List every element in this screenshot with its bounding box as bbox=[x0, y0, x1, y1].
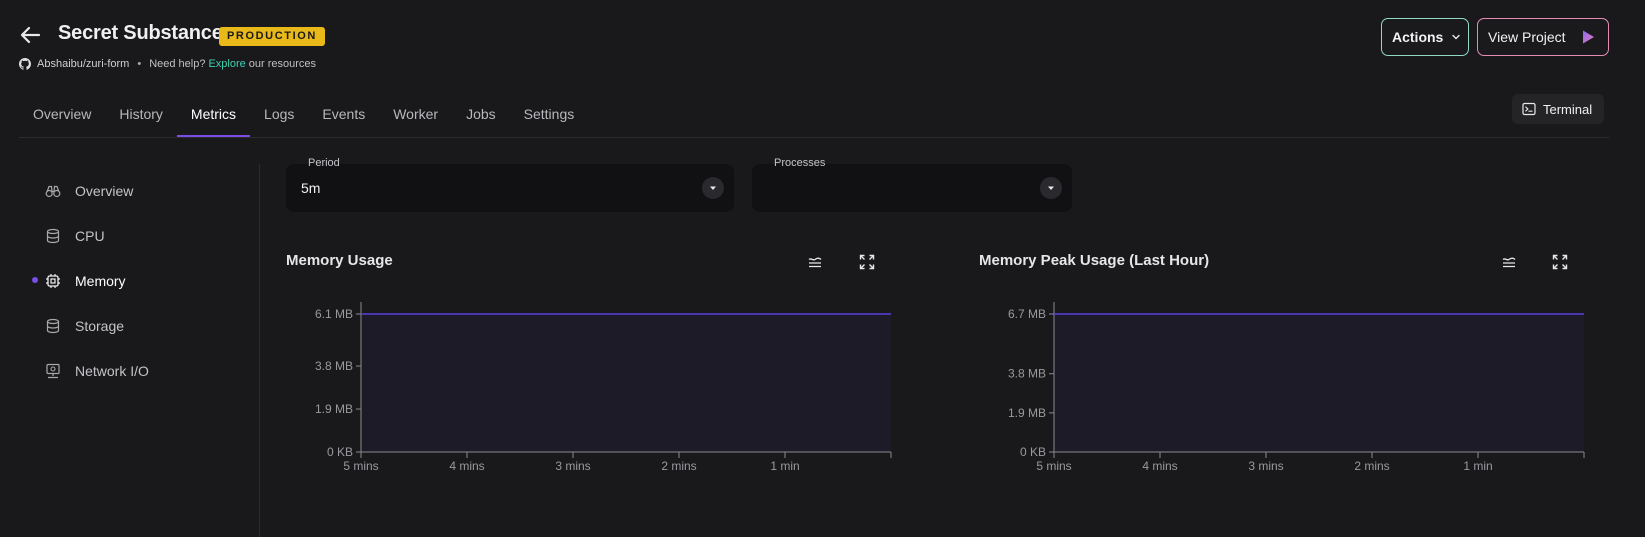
y-tick-label: 6.1 MB bbox=[315, 307, 353, 321]
x-tick-label: 5 mins bbox=[1036, 459, 1071, 473]
sidebar-item-overview[interactable]: Overview bbox=[30, 168, 149, 213]
terminal-icon bbox=[1522, 102, 1536, 116]
help-prefix: Need help? bbox=[149, 58, 206, 70]
tab-overview[interactable]: Overview bbox=[19, 105, 105, 137]
tab-metrics[interactable]: Metrics bbox=[176, 105, 251, 137]
database-icon bbox=[45, 318, 61, 334]
x-tick-label: 4 mins bbox=[449, 459, 484, 473]
github-icon bbox=[19, 58, 31, 70]
tab-bar: Overview History Metrics Logs Events Wor… bbox=[19, 105, 588, 137]
environment-badge: PRODUCTION bbox=[219, 27, 325, 46]
memory-peak-chart: 0 KB 1.9 MB 3.8 MB 6.7 MB 5 mins 4 mins 3 mins… bbox=[1008, 302, 1585, 473]
sidebar-item-label: Network I/O bbox=[75, 362, 149, 379]
sidebar-item-network-io[interactable]: Network I/O bbox=[30, 348, 149, 393]
actions-button[interactable]: Actions bbox=[1381, 18, 1469, 56]
x-tick-label: 4 mins bbox=[1142, 459, 1177, 473]
caret-down-icon bbox=[702, 177, 724, 199]
chip-icon bbox=[45, 273, 61, 289]
tab-logs[interactable]: Logs bbox=[250, 105, 308, 137]
explore-link[interactable]: Explore bbox=[208, 58, 245, 70]
terminal-label: Terminal bbox=[1543, 101, 1593, 117]
play-icon bbox=[1583, 30, 1594, 44]
processes-label: Processes bbox=[774, 157, 826, 169]
chart-style-icon[interactable] bbox=[1499, 252, 1519, 272]
sidebar-item-memory[interactable]: Memory bbox=[30, 258, 149, 303]
memory-usage-chart: 0 KB 1.9 MB 3.8 MB 6.1 MB 5 mins 4 mins 3 mins… bbox=[315, 302, 892, 473]
period-select[interactable]: 5m bbox=[286, 164, 734, 212]
caret-down-icon bbox=[1040, 177, 1062, 199]
page-title: Secret Substance bbox=[58, 22, 223, 44]
tab-worker[interactable]: Worker bbox=[379, 105, 452, 137]
tab-events[interactable]: Events bbox=[308, 105, 379, 137]
series-area bbox=[1054, 314, 1584, 452]
back-button[interactable] bbox=[18, 22, 44, 48]
x-tick-label: 1 min bbox=[770, 459, 799, 473]
terminal-button[interactable]: Terminal bbox=[1512, 94, 1604, 124]
period-label: Period bbox=[308, 157, 340, 169]
repo-link[interactable]: Abshaibu/zuri-form bbox=[37, 58, 129, 70]
expand-icon[interactable] bbox=[857, 252, 877, 272]
sidebar-item-label: CPU bbox=[75, 227, 105, 244]
binoculars-icon bbox=[45, 183, 61, 199]
chart-title-memory-usage: Memory Usage bbox=[286, 252, 393, 269]
x-tick-label: 2 mins bbox=[661, 459, 696, 473]
help-suffix: our resources bbox=[248, 58, 317, 70]
sidebar-item-label: Overview bbox=[75, 182, 134, 199]
repo-line: Abshaibu/zuri-form • Need help? Explore … bbox=[19, 58, 316, 70]
network-icon bbox=[45, 363, 61, 379]
y-tick-label: 3.8 MB bbox=[1008, 367, 1046, 381]
tab-jobs[interactable]: Jobs bbox=[452, 105, 510, 137]
y-tick-label: 3.8 MB bbox=[315, 359, 353, 373]
x-tick-label: 5 mins bbox=[343, 459, 378, 473]
actions-label: Actions bbox=[1392, 29, 1444, 45]
sidebar-divider bbox=[259, 164, 260, 537]
arrow-left-icon bbox=[20, 26, 41, 44]
series-area bbox=[361, 314, 891, 452]
y-tick-label: 1.9 MB bbox=[315, 402, 353, 416]
y-tick-label: 0 KB bbox=[327, 445, 353, 459]
y-tick-label: 1.9 MB bbox=[1008, 406, 1046, 420]
sidebar-item-label: Memory bbox=[75, 272, 126, 289]
separator-dot: • bbox=[137, 58, 142, 70]
x-tick-label: 3 mins bbox=[1248, 459, 1283, 473]
metrics-sidebar: Overview CPU Memory Storage Network I/O bbox=[30, 168, 149, 393]
sidebar-item-label: Storage bbox=[75, 317, 125, 334]
x-tick-label: 3 mins bbox=[555, 459, 590, 473]
sidebar-item-storage[interactable]: Storage bbox=[30, 303, 149, 348]
view-project-button[interactable]: View Project bbox=[1477, 18, 1609, 56]
tab-settings[interactable]: Settings bbox=[510, 105, 589, 137]
tab-history[interactable]: History bbox=[105, 105, 177, 137]
expand-icon[interactable] bbox=[1550, 252, 1570, 272]
x-tick-label: 1 min bbox=[1463, 459, 1492, 473]
chevron-down-icon bbox=[1452, 34, 1461, 40]
x-tick-label: 2 mins bbox=[1354, 459, 1389, 473]
y-tick-label: 0 KB bbox=[1020, 445, 1046, 459]
y-tick-label: 6.7 MB bbox=[1008, 307, 1046, 321]
active-indicator bbox=[32, 277, 38, 283]
processes-select[interactable] bbox=[752, 164, 1072, 212]
sidebar-item-cpu[interactable]: CPU bbox=[30, 213, 149, 258]
period-value: 5m bbox=[301, 180, 321, 196]
tabs-divider bbox=[19, 137, 1609, 138]
chart-style-icon[interactable] bbox=[805, 252, 825, 272]
database-icon bbox=[45, 228, 61, 244]
view-project-label: View Project bbox=[1488, 29, 1566, 45]
chart-title-memory-peak: Memory Peak Usage (Last Hour) bbox=[979, 252, 1210, 269]
